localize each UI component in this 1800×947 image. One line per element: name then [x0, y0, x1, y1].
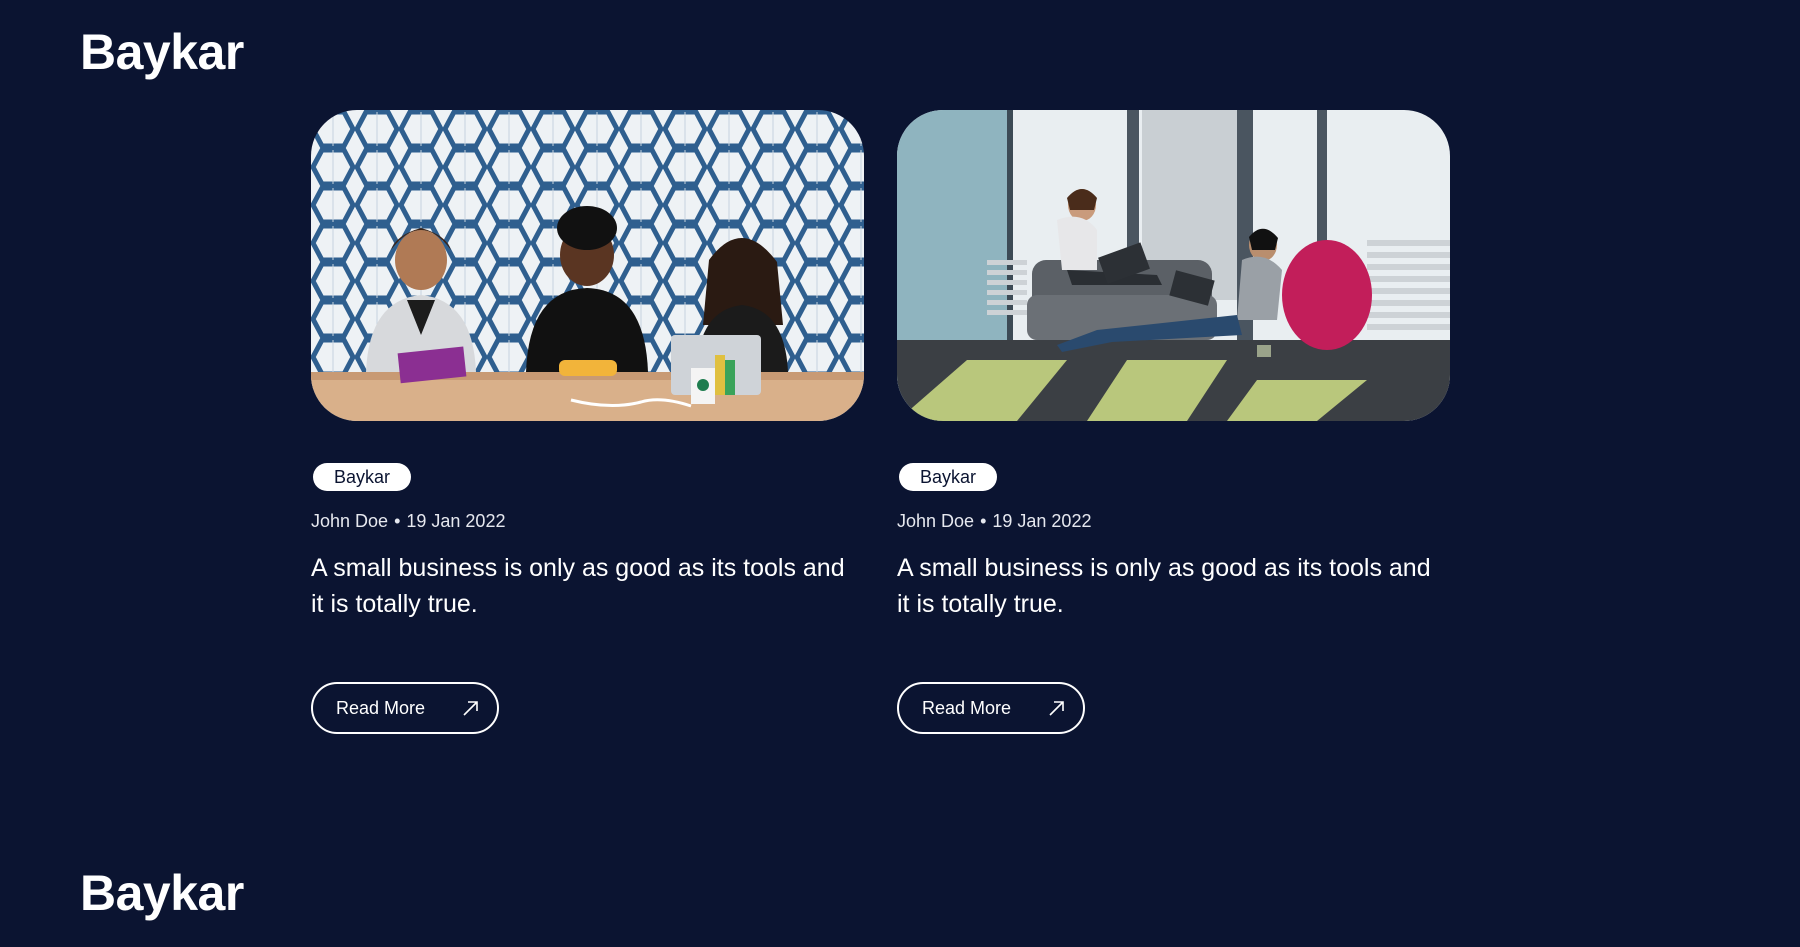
- post-title[interactable]: A small business is only as good as its …: [311, 550, 859, 622]
- arrow-up-right-icon: [1047, 698, 1067, 718]
- arrow-up-right-icon: [461, 698, 481, 718]
- read-more-label: Read More: [922, 697, 1012, 718]
- read-more-button[interactable]: Read More: [311, 682, 499, 734]
- post-title[interactable]: A small business is only as good as its …: [897, 550, 1445, 622]
- meta-separator: •: [980, 511, 987, 531]
- read-more-button[interactable]: Read More: [897, 682, 1085, 734]
- author-name: John Doe: [311, 511, 389, 531]
- lounge-photo[interactable]: [897, 110, 1450, 421]
- blog-card: Baykar John Doe • 19 Jan 2022 A small busi…: [311, 110, 864, 734]
- category-tag[interactable]: Baykar: [313, 463, 412, 491]
- read-more-label: Read More: [336, 697, 426, 718]
- author-name: John Doe: [897, 511, 975, 531]
- post-date: 19 Jan 2022: [406, 511, 506, 531]
- category-tag[interactable]: Baykar: [899, 463, 998, 491]
- post-meta: John Doe • 19 Jan 2022: [311, 510, 864, 532]
- blog-card-list: Baykar John Doe • 19 Jan 2022 A small busi…: [311, 110, 1450, 734]
- post-meta: John Doe • 19 Jan 2022: [897, 510, 1450, 532]
- blog-page: Baykar Baykar John Doe • 19 Jan 2022 A s…: [0, 0, 1800, 947]
- meeting-photo[interactable]: [311, 110, 864, 421]
- blog-card: Baykar John Doe • 19 Jan 2022 A small busi…: [897, 110, 1450, 734]
- brand-logo-top[interactable]: Baykar: [80, 27, 244, 77]
- brand-logo-bottom[interactable]: Baykar: [80, 868, 244, 918]
- post-date: 19 Jan 2022: [992, 511, 1092, 531]
- meta-separator: •: [394, 511, 401, 531]
